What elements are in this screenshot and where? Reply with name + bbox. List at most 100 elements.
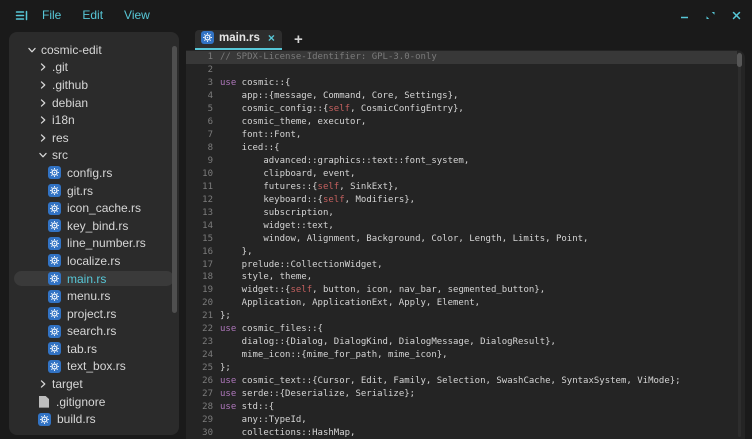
sidebar-item-icon-cache-rs[interactable]: icon_cache.rs [9,199,179,217]
sidebar-item-config-rs[interactable]: config.rs [9,164,179,182]
toggle-sidebar-button[interactable] [14,8,29,23]
close-icon[interactable] [731,10,742,21]
line-number: 2 [186,64,213,77]
code-line: 17 prelude::CollectionWidget, [186,259,737,272]
line-text: Application, ApplicationExt, Apply, Elem… [220,297,480,310]
editor-scrollbar[interactable] [737,53,742,67]
code-line: 22 use cosmic_files::{ [186,323,737,336]
titlebar: File Edit View [0,0,752,30]
code-line: 15 window, Alignment, Background, Color,… [186,233,737,246]
sidebar-item-main-rs[interactable]: main.rs [9,270,179,288]
chevron-right-icon[interactable] [38,98,48,108]
chevron-down-icon[interactable] [38,150,48,160]
new-tab-button[interactable]: + [294,31,303,49]
sidebar-item-label: .git [52,60,68,74]
chevron-right-icon[interactable] [38,62,48,72]
tab-bar: main.rs × + [186,30,303,50]
line-number: 23 [186,336,213,349]
sidebar-item-label: config.rs [67,166,112,180]
sidebar-item-git-rs[interactable]: git.rs [9,182,179,200]
sidebar-item-gitignore[interactable]: .gitignore [9,393,179,411]
code-line: 4 app::{message, Command, Core, Settings… [186,90,737,103]
file-tree: cosmic-edit .git .github debian i18n [9,32,179,428]
line-text: app::{message, Command, Core, Settings}, [220,90,458,103]
chevron-down-icon[interactable] [27,45,37,55]
tab-close-icon[interactable]: × [268,32,275,44]
line-number: 25 [186,362,213,375]
chevron-right-icon[interactable] [38,379,48,389]
minimize-icon[interactable] [679,10,690,21]
sidebar-item-github[interactable]: .github [9,76,179,94]
editor-content[interactable]: 1 // SPDX-License-Identifier: GPL-3.0-on… [186,51,737,439]
sidebar-item-res[interactable]: res [9,129,179,147]
sidebar-item-project-rs[interactable]: project.rs [9,305,179,323]
code-line: 6 cosmic_theme, executor, [186,116,737,129]
line-text: }, [220,246,253,259]
rust-file-icon [48,219,61,232]
chevron-right-icon[interactable] [38,80,48,90]
sidebar-item-localize-rs[interactable]: localize.rs [9,252,179,270]
line-number: 7 [186,129,213,142]
menu-edit[interactable]: Edit [82,8,103,22]
rust-file-icon [48,184,61,197]
sidebar-item-label: res [52,131,69,145]
rust-file-icon [48,237,61,250]
sidebar-item-i18n[interactable]: i18n [9,111,179,129]
sidebar-item-debian[interactable]: debian [9,94,179,112]
line-text: cosmic_config::{self, CosmicConfigEntry}… [220,103,464,116]
line-text: // SPDX-License-Identifier: GPL-3.0-only [220,51,437,64]
line-text: dialog::{Dialog, DialogKind, DialogMessa… [220,336,556,349]
menu-file[interactable]: File [42,8,61,22]
sidebar-item-text-box-rs[interactable]: text_box.rs [9,358,179,376]
sidebar-item-menu-rs[interactable]: menu.rs [9,287,179,305]
code-line: 13 subscription, [186,207,737,220]
rust-file-icon [48,290,61,303]
rust-file-icon [48,254,61,267]
sidebar-item-label: debian [52,96,88,110]
sidebar-item-git[interactable]: .git [9,59,179,77]
code-line: 10 clipboard, event, [186,168,737,181]
code-line: 25 }; [186,362,737,375]
line-number: 6 [186,116,213,129]
sidebar-item-line-number-rs[interactable]: line_number.rs [9,235,179,253]
line-number: 9 [186,155,213,168]
sidebar-item-key-bind-rs[interactable]: key_bind.rs [9,217,179,235]
rust-file-icon [48,272,61,285]
rust-file-icon [38,413,51,426]
sidebar-item-build-rs[interactable]: build.rs [9,410,179,428]
sidebar-item-tab-rs[interactable]: tab.rs [9,340,179,358]
menu-view[interactable]: View [124,8,150,22]
sidebar-item-label: main.rs [67,272,106,286]
line-number: 18 [186,271,213,284]
line-number: 11 [186,181,213,194]
line-text: style, theme, [220,271,312,284]
code-line: 29 any::TypeId, [186,414,737,427]
line-number: 16 [186,246,213,259]
chevron-right-icon[interactable] [38,133,48,143]
editor-pane[interactable]: 1 // SPDX-License-Identifier: GPL-3.0-on… [186,50,745,439]
line-number: 13 [186,207,213,220]
sidebar-item-cosmic-edit[interactable]: cosmic-edit [9,41,179,59]
line-number: 15 [186,233,213,246]
chevron-right-icon[interactable] [38,115,48,125]
line-number: 27 [186,388,213,401]
sidebar-item-label: line_number.rs [67,236,146,250]
code-line: 24 mime_icon::{mime_for_path, mime_icon}… [186,349,737,362]
sidebar-scrollbar[interactable] [172,46,177,313]
sidebar-item-search-rs[interactable]: search.rs [9,323,179,341]
maximize-icon[interactable] [705,10,716,21]
sidebar-item-target[interactable]: target [9,375,179,393]
line-text: }; [220,362,231,375]
sidebar-item-label: localize.rs [67,254,120,268]
sidebar-item-src[interactable]: src [9,147,179,165]
line-text: collections::HashMap, [220,427,355,439]
line-text: use cosmic::{ [220,77,290,90]
line-number: 28 [186,401,213,414]
sidebar-item-label: cosmic-edit [41,43,102,57]
sidebar-item-label: menu.rs [67,289,110,303]
editor-scrollbar-rail[interactable] [738,52,741,437]
tab-main-rs[interactable]: main.rs × [195,30,282,50]
code-line: 3 use cosmic::{ [186,77,737,90]
line-number: 30 [186,427,213,439]
line-number: 19 [186,284,213,297]
